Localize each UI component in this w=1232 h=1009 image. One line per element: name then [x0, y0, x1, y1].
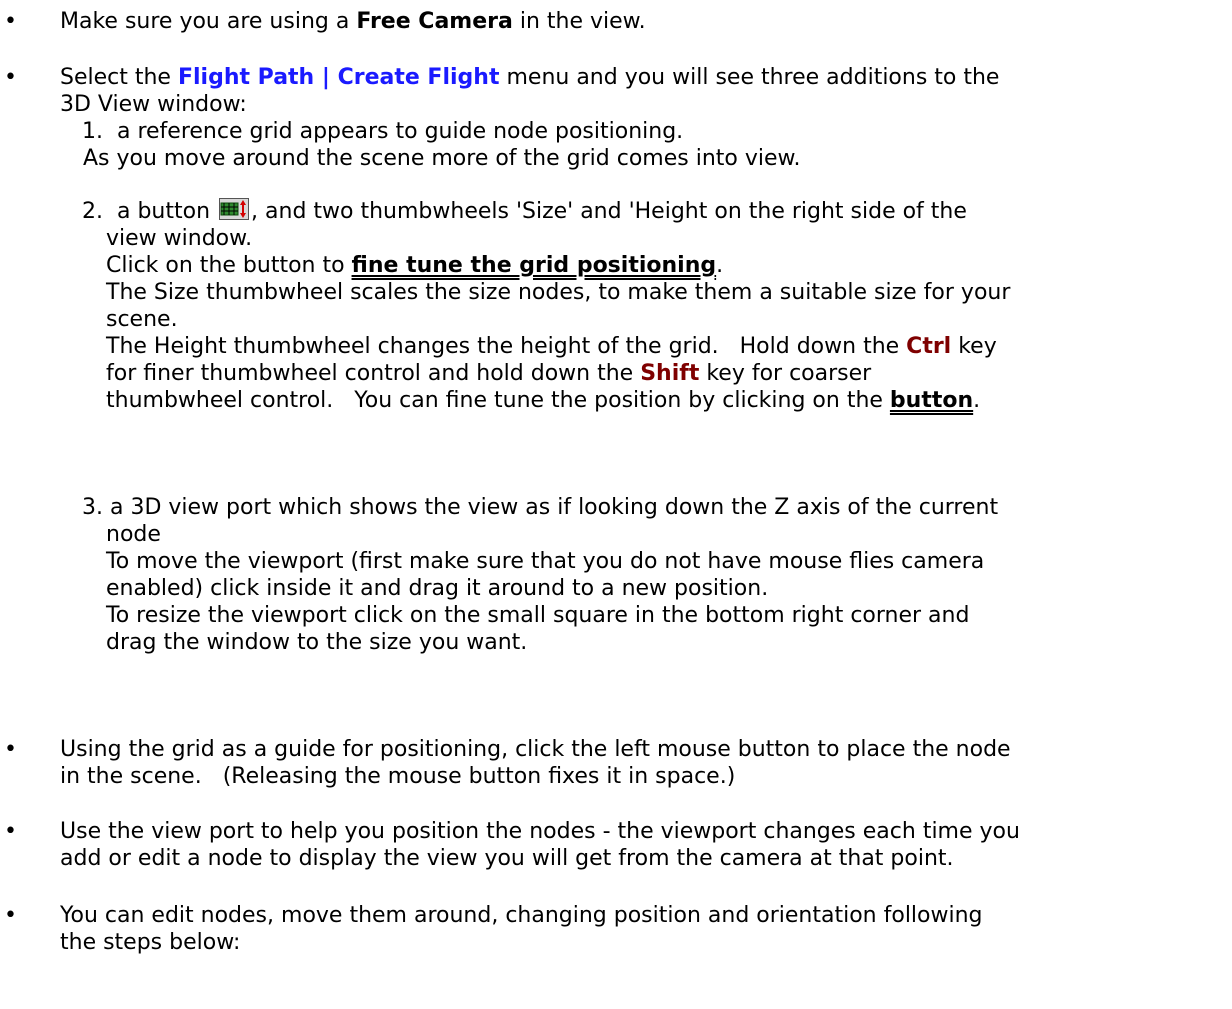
bullet-create-flight: • Select the Flight Path | Create Flight…: [4, 64, 1194, 118]
sub-item-3: 3. a 3D view port which shows the view a…: [82, 495, 999, 655]
shift-key-term: Shift: [640, 361, 700, 386]
bullet-text: Use the view port to help you position t…: [60, 819, 1020, 871]
bullet-text: You can edit nodes, move them around, ch…: [60, 903, 983, 955]
sub-item-2: 2. a button , and two thumbwheels 'Size'…: [82, 198, 1011, 413]
bullet-dot: •: [4, 737, 17, 762]
bullet-free-camera: • Make sure you are using a Free Camera …: [4, 8, 1194, 35]
bullet-dot: •: [4, 65, 17, 90]
flight-path-menu-link[interactable]: Flight Path | Create Flight: [178, 65, 500, 90]
bullet-dot: •: [4, 903, 17, 928]
button-link[interactable]: button: [890, 388, 973, 413]
bullet-text: Using the grid as a guide for positionin…: [60, 737, 1011, 789]
free-camera-term: Free Camera: [356, 9, 513, 34]
bullet-edit-nodes: • You can edit nodes, move them around, …: [4, 902, 1194, 956]
bullet-place-node: • Using the grid as a guide for position…: [4, 736, 1194, 790]
help-page: • Make sure you are using a Free Camera …: [0, 0, 1232, 1009]
grid-position-icon[interactable]: [219, 198, 250, 220]
bullet-view-port: • Use the view port to help you position…: [4, 818, 1194, 872]
bullet-dot: •: [4, 9, 17, 34]
bullet-text: Make sure you are using a Free Camera in…: [60, 9, 646, 34]
sub-item-1: 1. a reference grid appears to guide nod…: [82, 119, 801, 171]
bullet-text: Select the Flight Path | Create Flight m…: [60, 65, 1000, 117]
bullet-dot: •: [4, 819, 17, 844]
fine-tune-grid-link[interactable]: fine tune the grid positioning: [352, 253, 717, 278]
ctrl-key-term: Ctrl: [906, 334, 952, 359]
